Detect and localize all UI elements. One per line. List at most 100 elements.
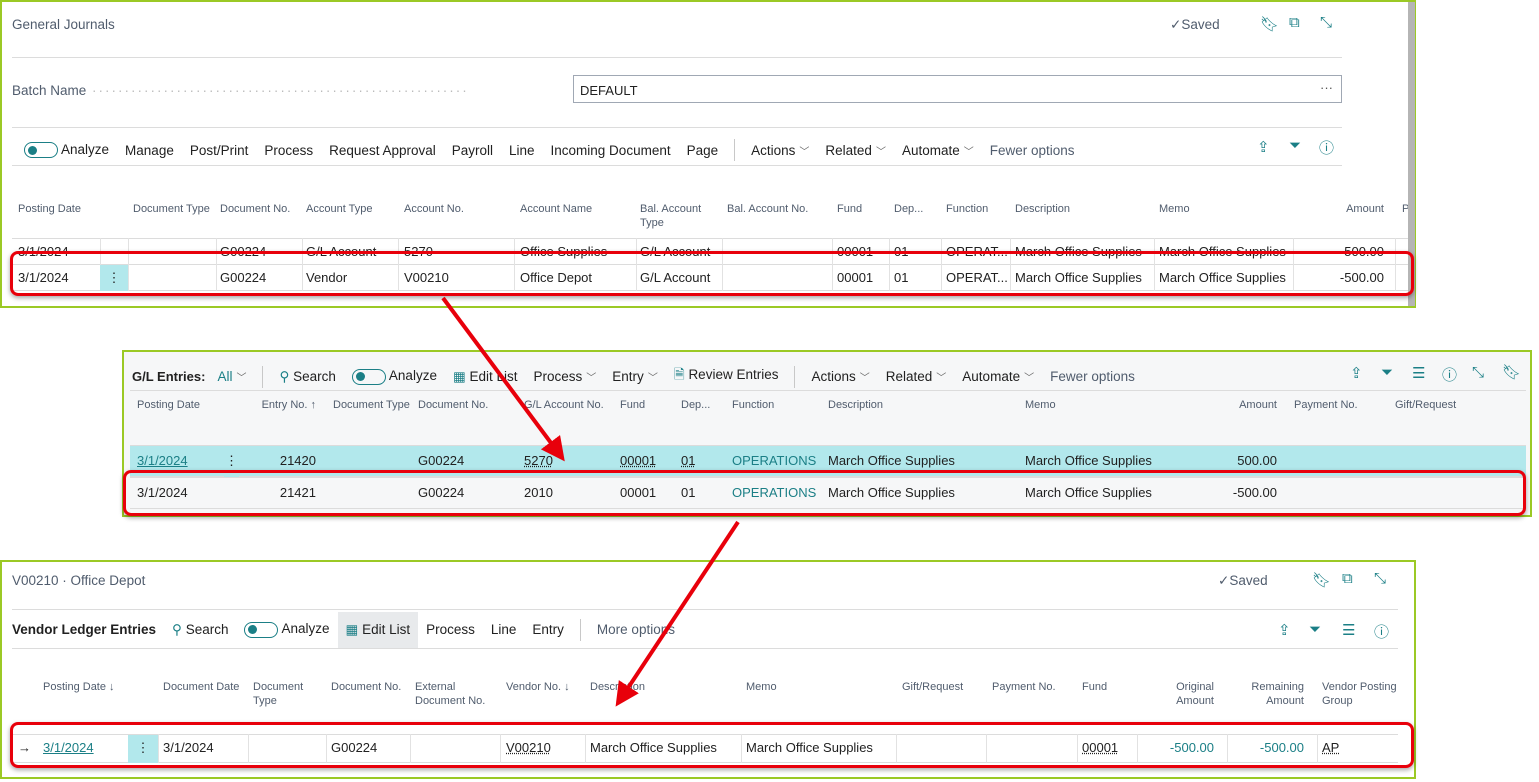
- collapse-icon[interactable]: ⤡: [1320, 14, 1332, 31]
- action-manage[interactable]: Manage: [125, 143, 174, 158]
- saved-status: ✓Saved: [1218, 573, 1268, 588]
- action-post-print[interactable]: Post/Print: [190, 143, 249, 158]
- action-page[interactable]: Page: [687, 143, 719, 158]
- edit-list-button[interactable]: ▦ Edit List: [337, 611, 419, 648]
- share-icon[interactable]: ⇪: [1350, 364, 1363, 382]
- entry-dropdown[interactable]: Entry ﹀: [612, 369, 658, 384]
- column-header[interactable]: Gift/Request: [902, 680, 982, 694]
- info-icon[interactable]: ⓘ: [1319, 137, 1334, 158]
- action-line[interactable]: Line: [491, 622, 517, 637]
- open-new-window-icon[interactable]: ⧉: [1342, 570, 1353, 587]
- info-icon[interactable]: ⓘ: [1442, 364, 1457, 385]
- filter-icon[interactable]: ⏷: [1289, 137, 1301, 154]
- column-header[interactable]: Function: [946, 202, 1008, 216]
- edit-list-button[interactable]: ▦ Edit List: [453, 369, 518, 385]
- action-process[interactable]: Process: [264, 143, 313, 158]
- action-payroll[interactable]: Payroll: [452, 143, 493, 158]
- bookmark-icon[interactable]: 🔖︎: [1260, 15, 1279, 33]
- column-header[interactable]: Bal. Account Type: [640, 202, 720, 230]
- bookmark-icon[interactable]: 🔖︎: [1312, 571, 1331, 589]
- related-dropdown[interactable]: Related ﹀: [886, 369, 947, 384]
- column-header[interactable]: Document Date: [163, 680, 248, 694]
- column-header[interactable]: Vendor Posting Group: [1322, 680, 1400, 708]
- column-header[interactable]: Document Type: [333, 398, 413, 412]
- automate-dropdown[interactable]: Automate ﹀: [962, 369, 1034, 384]
- column-header[interactable]: Amount: [1204, 398, 1277, 412]
- review-entries-button[interactable]: 🗎︎ Review Entries: [674, 365, 779, 388]
- info-icon[interactable]: ⓘ: [1374, 621, 1389, 642]
- saved-status: ✓Saved: [1170, 17, 1220, 32]
- open-new-window-icon[interactable]: ⧉: [1289, 14, 1300, 31]
- share-icon[interactable]: ⇪: [1257, 138, 1270, 156]
- list-icon[interactable]: ☰: [1412, 364, 1425, 382]
- column-header[interactable]: Account Type: [306, 202, 396, 216]
- collapse-icon[interactable]: ⤡: [1472, 364, 1484, 381]
- more-icon[interactable]: ···: [1320, 80, 1333, 95]
- vendor-ledger-title: Vendor Ledger Entries: [12, 622, 157, 637]
- related-dropdown[interactable]: Related ﹀: [825, 143, 886, 158]
- search-button[interactable]: ⚲ Search: [279, 369, 335, 385]
- process-dropdown[interactable]: Process ﹀: [534, 369, 597, 384]
- search-button[interactable]: ⚲ Search: [172, 622, 228, 638]
- column-header[interactable]: Remaining Amount: [1230, 680, 1304, 708]
- batch-name-field[interactable]: DEFAULT ···: [573, 75, 1342, 103]
- column-header[interactable]: Amount: [1296, 202, 1384, 216]
- view-filter-dropdown[interactable]: All ﹀: [217, 369, 246, 384]
- fewer-options-button[interactable]: Fewer options: [1050, 369, 1135, 384]
- toggle-icon[interactable]: [24, 142, 58, 159]
- action-process[interactable]: Process: [426, 622, 475, 637]
- column-header[interactable]: Memo: [746, 680, 896, 694]
- column-header[interactable]: Entry No. ↑: [250, 398, 316, 412]
- column-header[interactable]: Document No.: [331, 680, 406, 694]
- analyze-toggle[interactable]: Analyze: [244, 621, 330, 638]
- column-header[interactable]: Account Name: [520, 202, 630, 216]
- filter-icon[interactable]: ⏷: [1381, 364, 1393, 381]
- column-header[interactable]: Vendor No. ↓: [506, 680, 581, 694]
- column-header[interactable]: Fund: [620, 398, 675, 412]
- column-header[interactable]: Posting Date ↓: [43, 680, 128, 694]
- action-line[interactable]: Line: [509, 143, 535, 158]
- column-header[interactable]: G/L Account No.: [524, 398, 614, 412]
- column-header[interactable]: Fund: [837, 202, 887, 216]
- action-request-approval[interactable]: Request Approval: [329, 143, 436, 158]
- column-header[interactable]: Payment No.: [992, 680, 1072, 694]
- column-header[interactable]: Fund: [1082, 680, 1132, 694]
- column-header[interactable]: Posting Date: [137, 398, 227, 412]
- column-header[interactable]: Dep...: [681, 398, 721, 412]
- analyze-toggle[interactable]: Analyze: [351, 368, 437, 385]
- column-header[interactable]: Description: [1015, 202, 1153, 216]
- toggle-icon: [351, 368, 386, 385]
- collapse-icon[interactable]: ⤡: [1374, 570, 1386, 587]
- column-header[interactable]: Dep...: [894, 202, 939, 216]
- column-header[interactable]: Description: [590, 680, 740, 694]
- action-entry[interactable]: Entry: [532, 622, 564, 637]
- column-header[interactable]: Memo: [1025, 398, 1225, 412]
- column-header[interactable]: Document No.: [220, 202, 300, 216]
- list-icon[interactable]: ☰: [1342, 621, 1355, 639]
- action-incoming-document[interactable]: Incoming Document: [551, 143, 671, 158]
- more-options-button[interactable]: More options: [597, 622, 675, 637]
- share-icon[interactable]: ⇪: [1278, 621, 1291, 639]
- column-header[interactable]: Posting Date: [18, 202, 98, 216]
- column-header[interactable]: Memo: [1159, 202, 1293, 216]
- table-cell: 3/1/2024: [137, 453, 188, 468]
- column-header[interactable]: Gift/Request: [1395, 398, 1485, 412]
- column-header[interactable]: External Document No.: [415, 680, 495, 708]
- column-header[interactable]: Original Amount: [1140, 680, 1214, 708]
- actions-dropdown[interactable]: Actions ﹀: [751, 143, 809, 158]
- column-header[interactable]: Account No.: [404, 202, 504, 216]
- filter-icon[interactable]: ⏷: [1309, 621, 1321, 638]
- actions-dropdown[interactable]: Actions ﹀: [811, 369, 869, 384]
- column-header[interactable]: Bal. Account No.: [727, 202, 827, 216]
- column-header[interactable]: Function: [732, 398, 822, 412]
- column-header[interactable]: Payment No.: [1294, 398, 1384, 412]
- table-cell: 500.00: [1237, 453, 1277, 468]
- analyze-toggle[interactable]: Analyze: [24, 142, 109, 159]
- fewer-options-button[interactable]: Fewer options: [990, 143, 1075, 158]
- column-header[interactable]: Document Type: [133, 202, 213, 216]
- column-header[interactable]: Document No.: [418, 398, 518, 412]
- bookmark-icon[interactable]: 🔖︎: [1502, 363, 1521, 381]
- automate-dropdown[interactable]: Automate ﹀: [902, 143, 974, 158]
- column-header[interactable]: Document Type: [253, 680, 323, 708]
- column-header[interactable]: Description: [828, 398, 1018, 412]
